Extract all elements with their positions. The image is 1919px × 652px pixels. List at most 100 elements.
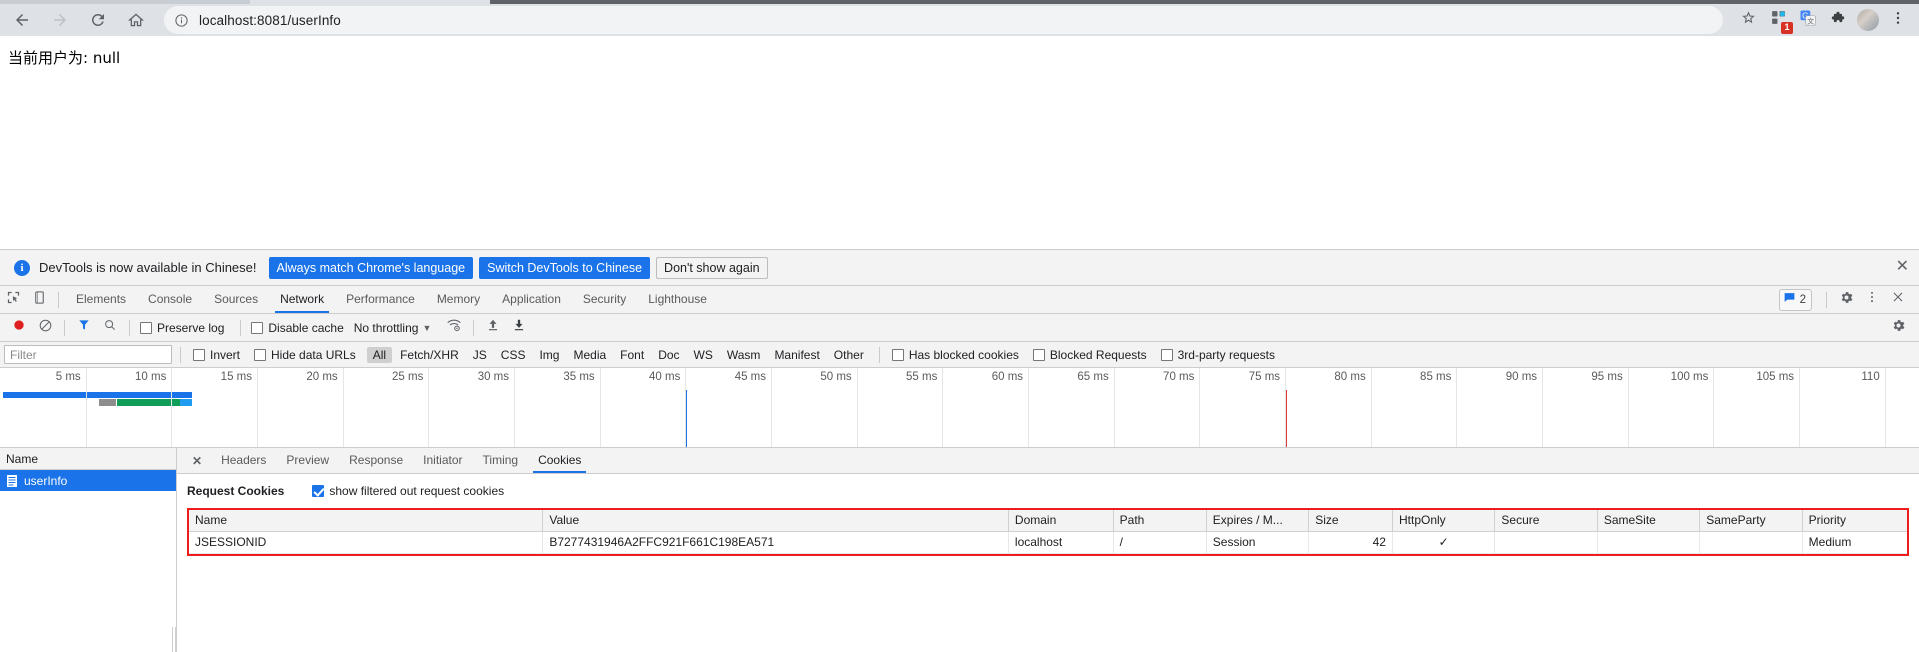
show-filtered-cookies-checkbox[interactable]: show filtered out request cookies	[312, 484, 504, 498]
device-toolbar-button[interactable]	[26, 287, 52, 313]
filter-type-wasm[interactable]: Wasm	[721, 347, 767, 363]
column-header-httponly[interactable]: HttpOnly	[1392, 510, 1496, 532]
record-button[interactable]	[6, 315, 32, 341]
column-header-size[interactable]: Size	[1308, 510, 1393, 532]
filter-type-fetch-xhr[interactable]: Fetch/XHR	[394, 347, 465, 363]
detail-tab-timing[interactable]: Timing	[473, 448, 529, 473]
tab-memory[interactable]: Memory	[426, 286, 491, 313]
extension-with-badge-button[interactable]: 1	[1763, 5, 1793, 35]
cookie-value-cell: B7277431946A2FFC921F661C198EA571	[542, 531, 1009, 554]
home-button[interactable]	[120, 4, 152, 36]
extensions-button[interactable]	[1823, 5, 1853, 35]
column-header-value[interactable]: Value	[542, 510, 1009, 532]
devtools-close-button[interactable]	[1885, 287, 1911, 313]
network-settings-button[interactable]	[1885, 315, 1911, 341]
cookie-secure-cell	[1494, 531, 1598, 554]
detail-tab-headers[interactable]: Headers	[211, 448, 276, 473]
always-match-language-button[interactable]: Always match Chrome's language	[268, 256, 474, 279]
invert-checkbox[interactable]: Invert	[193, 348, 240, 362]
detail-tab-cookies[interactable]: Cookies	[528, 448, 591, 473]
inspect-element-button[interactable]	[0, 287, 26, 313]
back-button[interactable]	[6, 4, 38, 36]
third-party-requests-checkbox[interactable]: 3rd-party requests	[1160, 348, 1275, 362]
timeline-tick-label: 95 ms	[1591, 371, 1623, 383]
preserve-log-checkbox[interactable]: Preserve log	[140, 321, 224, 335]
network-overview-timeline[interactable]: 5 ms 10 ms 15 ms 20 ms 25 ms 30 ms 35 ms 40 ms 4…	[0, 368, 1919, 448]
close-detail-icon[interactable]: ✕	[183, 454, 211, 468]
filter-type-manifest[interactable]: Manifest	[768, 347, 825, 363]
reload-button[interactable]	[82, 4, 114, 36]
tab-sources[interactable]: Sources	[203, 286, 269, 313]
detail-tab-response[interactable]: Response	[339, 448, 413, 473]
hide-data-urls-checkbox[interactable]: Hide data URLs	[254, 348, 356, 362]
column-header-samesite[interactable]: SameSite	[1597, 510, 1701, 532]
timeline-tick-label: 75 ms	[1248, 371, 1281, 383]
cookies-table-highlight: Name Value Domain Path Expires / M... Si…	[187, 508, 1909, 556]
column-header-priority[interactable]: Priority	[1802, 510, 1907, 532]
tab-security[interactable]: Security	[572, 286, 637, 313]
filter-type-ws[interactable]: WS	[688, 347, 719, 363]
disable-cache-checkbox[interactable]: Disable cache	[251, 321, 344, 335]
devtools-more-button[interactable]	[1859, 287, 1885, 313]
console-message-badge[interactable]: 2	[1778, 288, 1812, 311]
devtools-settings-button[interactable]	[1833, 287, 1859, 313]
import-har-button[interactable]	[480, 315, 506, 341]
tab-performance[interactable]: Performance	[335, 286, 426, 313]
timeline-tick-label: 40 ms	[649, 371, 681, 383]
network-bottom-split: Name userInfo ✕ Headers Preview Response…	[0, 448, 1919, 652]
chevron-down-icon[interactable]: ▼	[422, 323, 431, 333]
filter-type-doc[interactable]: Doc	[652, 347, 685, 363]
overview-phase-waiting	[99, 399, 117, 406]
close-icon[interactable]: ✕	[1896, 259, 1909, 275]
filter-button[interactable]	[71, 315, 97, 341]
blocked-requests-checkbox[interactable]: Blocked Requests	[1032, 348, 1147, 362]
address-bar[interactable]: localhost:8081/userInfo	[164, 6, 1723, 34]
search-button[interactable]	[97, 315, 123, 341]
tab-network[interactable]: Network	[269, 286, 335, 313]
three-dot-menu-icon	[1865, 290, 1879, 309]
request-row-userinfo[interactable]: userInfo	[0, 470, 176, 491]
tab-lighthouse[interactable]: Lighthouse	[637, 286, 718, 313]
tab-elements[interactable]: Elements	[65, 286, 137, 313]
column-header-secure[interactable]: Secure	[1494, 510, 1598, 532]
tab-console[interactable]: Console	[137, 286, 203, 313]
filter-type-js[interactable]: JS	[467, 347, 493, 363]
timeline-tick-label: 60 ms	[991, 371, 1024, 383]
column-header-name[interactable]: Name	[189, 510, 544, 532]
filter-type-media[interactable]: Media	[567, 347, 612, 363]
resizer-line	[172, 627, 173, 652]
detail-tab-preview[interactable]: Preview	[276, 448, 339, 473]
filter-type-css[interactable]: CSS	[495, 347, 532, 363]
cookies-table-row[interactable]: JSESSIONID B7277431946A2FFC921F661C198EA…	[189, 531, 1907, 554]
has-blocked-cookies-checkbox[interactable]: Has blocked cookies	[891, 348, 1019, 362]
forward-arrow-icon	[51, 11, 69, 29]
filter-type-font[interactable]: Font	[614, 347, 650, 363]
filter-type-img[interactable]: Img	[533, 347, 565, 363]
forward-button[interactable]	[44, 4, 76, 36]
request-list-header-name[interactable]: Name	[0, 448, 176, 470]
detail-tab-initiator[interactable]: Initiator	[413, 448, 472, 473]
filter-type-all[interactable]: All	[366, 346, 393, 363]
document-icon	[6, 473, 18, 488]
column-header-path[interactable]: Path	[1113, 510, 1207, 532]
column-header-expires[interactable]: Expires / M...	[1206, 510, 1310, 532]
throttling-select-value[interactable]: No throttling	[354, 321, 419, 335]
profile-button[interactable]	[1853, 5, 1883, 35]
browser-menu-button[interactable]	[1883, 5, 1913, 35]
translate-button[interactable]: G 文	[1793, 5, 1823, 35]
tab-application[interactable]: Application	[491, 286, 572, 313]
filter-type-other[interactable]: Other	[828, 347, 870, 363]
network-conditions-button[interactable]	[441, 315, 467, 341]
info-circle-icon[interactable]	[174, 13, 189, 28]
switch-devtools-to-chinese-button[interactable]: Switch DevTools to Chinese	[479, 256, 651, 279]
filter-input[interactable]	[4, 345, 172, 364]
devtools-tab-bar: Elements Console Sources Network Perform…	[0, 286, 1919, 314]
bookmark-button[interactable]	[1733, 5, 1763, 35]
dont-show-again-button[interactable]: Don't show again	[656, 256, 768, 279]
timeline-tick-label: 55 ms	[906, 371, 938, 383]
clear-log-button[interactable]	[32, 315, 58, 341]
column-header-domain[interactable]: Domain	[1008, 510, 1114, 532]
reload-icon	[89, 11, 107, 29]
column-header-sameparty[interactable]: SameParty	[1699, 510, 1803, 532]
export-har-button[interactable]	[506, 315, 532, 341]
